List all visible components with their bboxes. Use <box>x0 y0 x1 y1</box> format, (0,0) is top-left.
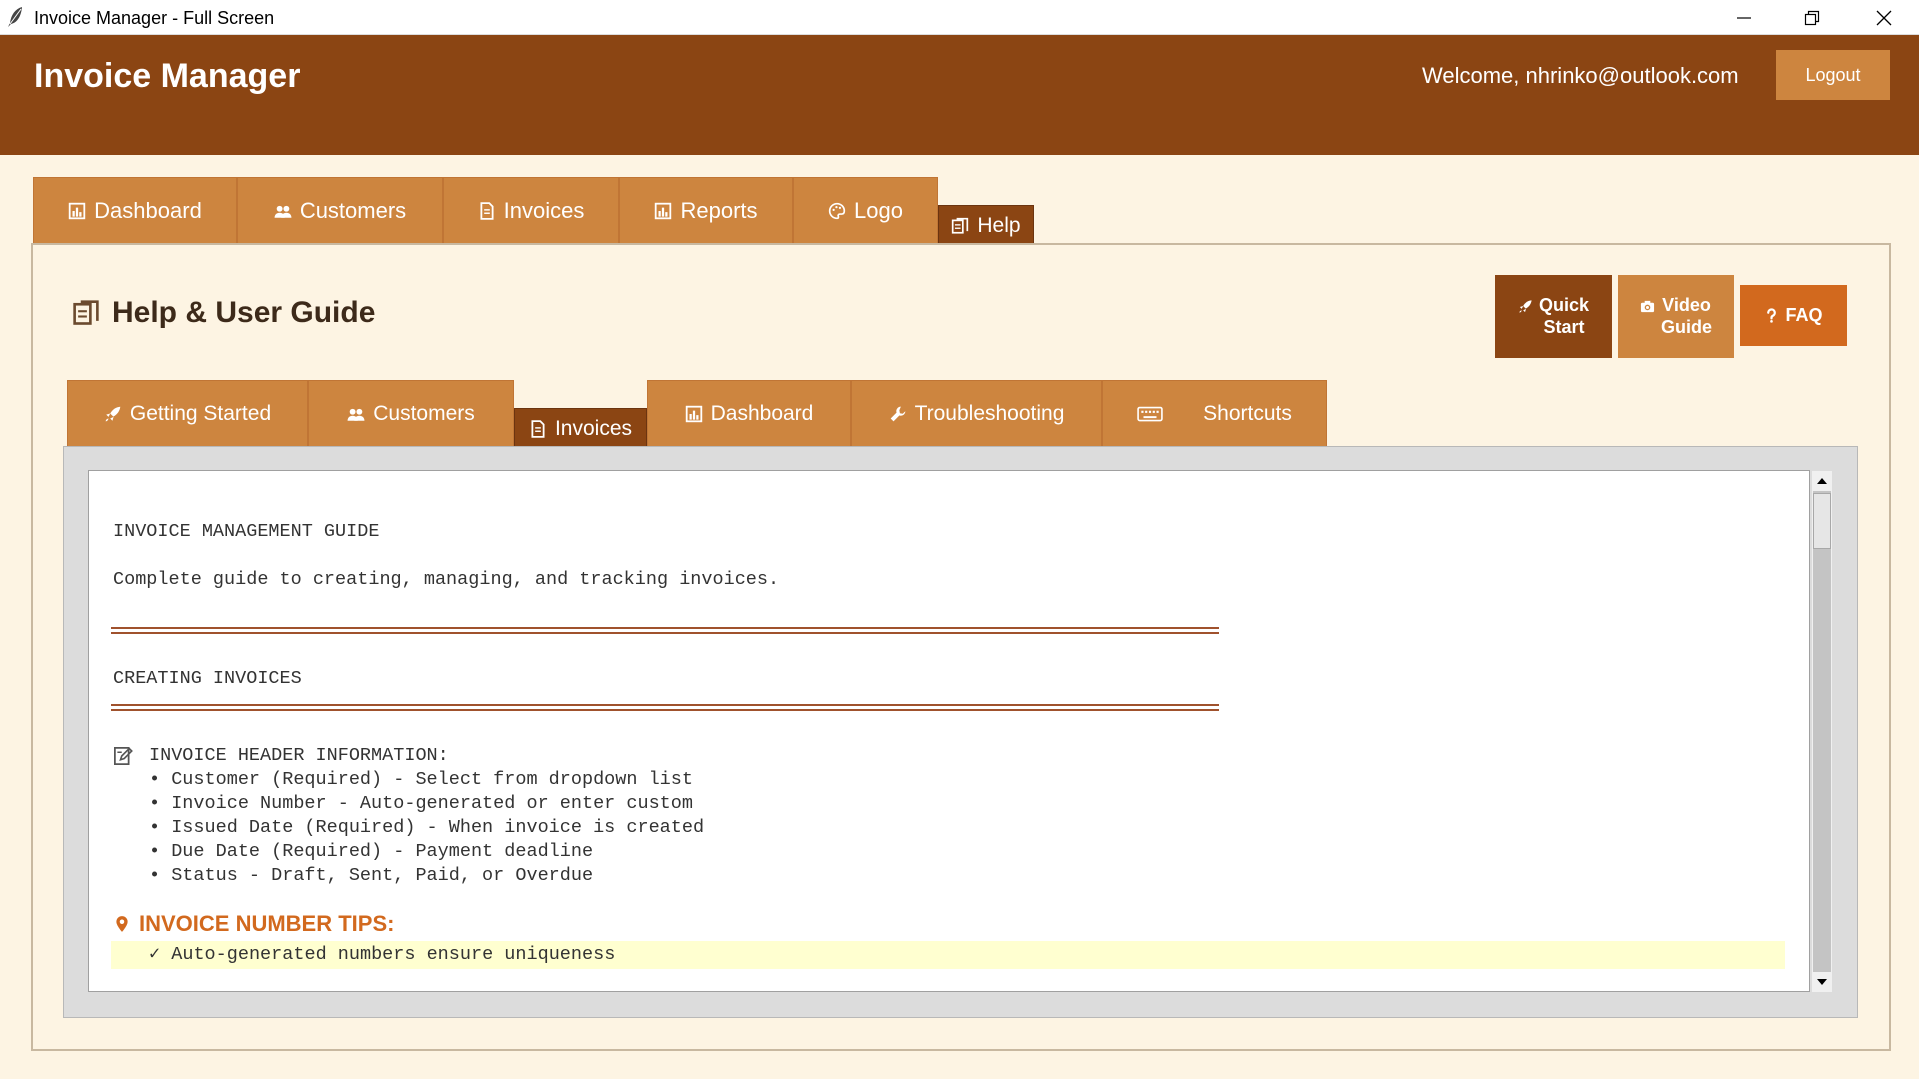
bar-chart-icon <box>685 405 703 423</box>
welcome-text: Welcome, nhrinko@outlook.com <box>1422 63 1739 88</box>
guide-scrollbar[interactable] <box>1812 471 1832 992</box>
list-item: • Issued Date (Required) - When invoice … <box>149 817 705 838</box>
faq-button[interactable]: FAQ <box>1740 285 1847 346</box>
list-item: • Customer (Required) - Select from drop… <box>149 769 693 790</box>
tab-help[interactable]: Help <box>938 205 1034 245</box>
tab-label: Help <box>977 213 1021 237</box>
list-item: ✓ Auto-generated numbers ensure uniquene… <box>149 944 616 965</box>
window-title: Invoice Manager - Full Screen <box>34 8 275 28</box>
keyboard-icon <box>1137 405 1163 423</box>
document-icon <box>478 202 496 220</box>
subtab-label: Dashboard <box>710 401 814 425</box>
list-item: • Due Date (Required) - Payment deadline <box>149 841 594 862</box>
minimize-icon <box>1737 17 1751 19</box>
camera-icon <box>1640 299 1655 314</box>
tips-heading: INVOICE NUMBER TIPS: <box>113 911 394 937</box>
quick-start-button[interactable]: Quick Start <box>1495 275 1612 358</box>
bar-chart-icon <box>654 202 672 220</box>
close-button[interactable] <box>1850 0 1918 35</box>
subtab-troubleshooting[interactable]: Troubleshooting <box>851 380 1102 446</box>
app-header: Invoice Manager Welcome, nhrinko@outlook… <box>0 35 1919 155</box>
tab-invoices[interactable]: Invoices <box>443 177 619 244</box>
bar-chart-icon <box>68 202 86 220</box>
faq-label: FAQ <box>1785 304 1823 325</box>
tab-label: Invoices <box>503 198 585 223</box>
tab-label: Logo <box>854 198 903 223</box>
users-icon <box>347 405 365 423</box>
book-icon <box>951 217 969 235</box>
subtab-customers[interactable]: Customers <box>308 380 514 446</box>
wrench-icon <box>889 405 907 423</box>
tips-heading-text: INVOICE NUMBER TIPS: <box>139 911 395 936</box>
memo-icon <box>113 746 133 766</box>
list-item: • Status - Draft, Sent, Paid, or Overdue <box>149 865 594 886</box>
tab-logo[interactable]: Logo <box>793 177 938 244</box>
list-item: • Invoice Number - Auto-generated or ent… <box>149 793 693 814</box>
tab-dashboard[interactable]: Dashboard <box>33 177 237 244</box>
rocket-icon <box>1518 299 1533 314</box>
palette-icon <box>828 202 846 220</box>
arrow-up-icon <box>1817 478 1827 484</box>
rocket-icon <box>104 405 122 423</box>
restore-icon <box>1804 10 1820 26</box>
header-info-title: INVOICE HEADER INFORMATION: <box>149 745 449 766</box>
window-titlebar: Invoice Manager - Full Screen <box>0 0 1919 35</box>
page-title-text: Help & User Guide <box>112 296 376 329</box>
close-icon <box>1876 10 1892 26</box>
guide-text-area[interactable]: INVOICE MANAGEMENT GUIDE Complete guide … <box>88 470 1810 992</box>
section-heading: CREATING INVOICES <box>113 668 302 689</box>
scroll-track[interactable] <box>1813 491 1831 972</box>
minimize-button[interactable] <box>1710 0 1778 35</box>
subtab-invoices[interactable]: Invoices <box>514 408 647 448</box>
scroll-up-button[interactable] <box>1812 471 1832 491</box>
scroll-down-button[interactable] <box>1812 972 1832 992</box>
users-icon <box>274 202 292 220</box>
subtab-shortcuts[interactable]: Shortcuts <box>1102 380 1327 446</box>
document-icon <box>529 420 547 438</box>
feather-icon <box>8 7 22 27</box>
section-divider <box>111 627 1219 634</box>
subtab-dashboard[interactable]: Dashboard <box>647 380 851 446</box>
subtab-label: Invoices <box>554 416 633 440</box>
video-guide-button[interactable]: Video Guide <box>1618 275 1734 358</box>
question-icon <box>1764 308 1779 323</box>
guide-intro: Complete guide to creating, managing, an… <box>113 569 780 590</box>
tab-reports[interactable]: Reports <box>619 177 793 244</box>
scroll-thumb[interactable] <box>1813 493 1831 549</box>
logout-button[interactable]: Logout <box>1776 50 1890 100</box>
subtab-label: Customers <box>373 401 475 425</box>
app-title: Invoice Manager <box>34 57 301 95</box>
subtab-label: Troubleshooting <box>914 401 1065 425</box>
restore-button[interactable] <box>1778 0 1846 35</box>
subtab-label: Getting Started <box>129 401 272 425</box>
tab-customers[interactable]: Customers <box>237 177 443 244</box>
subtab-getting-started[interactable]: Getting Started <box>67 380 308 446</box>
arrow-down-icon <box>1817 979 1827 985</box>
quick-start-label: Quick Start <box>1538 294 1590 337</box>
tab-label: Dashboard <box>94 198 202 223</box>
section-divider <box>111 704 1219 711</box>
pin-icon <box>113 914 131 934</box>
book-icon <box>72 299 100 327</box>
tab-label: Reports <box>680 198 758 223</box>
tab-label: Customers <box>299 198 407 223</box>
subtab-label: Shortcuts <box>1203 401 1292 425</box>
video-guide-label: Video Guide <box>1660 294 1712 337</box>
page-title: Help & User Guide <box>72 296 375 330</box>
guide-title: INVOICE MANAGEMENT GUIDE <box>113 521 380 542</box>
